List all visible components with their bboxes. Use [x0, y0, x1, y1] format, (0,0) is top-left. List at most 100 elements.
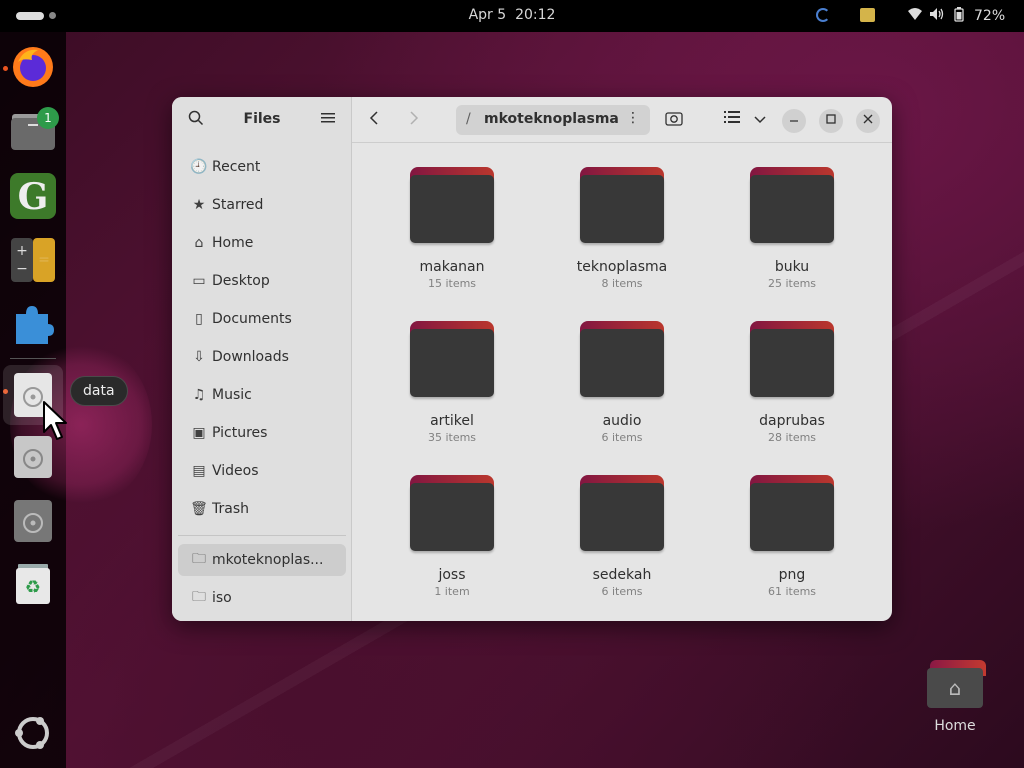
path-root[interactable]: / [466, 111, 471, 127]
document-icon: ▯ [195, 311, 203, 327]
download-icon: ⇩ [193, 349, 205, 365]
firefox-launcher[interactable] [10, 44, 56, 90]
desktop-icon: ▭ [192, 273, 206, 289]
sidebar-item-label: Pictures [212, 425, 268, 441]
sidebar-item-documents[interactable]: ▯ Documents [178, 303, 346, 335]
folder-name: sedekah [592, 567, 652, 583]
sidebar-item-label: Home [212, 235, 254, 251]
folder-name: joss [438, 567, 466, 583]
system-tray[interactable]: 72% [904, 6, 1005, 26]
top-bar: Apr 5 20:12 72% [0, 0, 1024, 32]
folder-count: 28 items [767, 431, 817, 444]
folder-name: png [778, 567, 806, 583]
battery-icon [948, 7, 970, 25]
battery-percent: 72% [974, 8, 1006, 24]
folder-icon [750, 475, 834, 551]
sidebar-item-label: Starred [212, 197, 264, 213]
sidebar-item-music[interactable]: ♫ Music [178, 379, 346, 411]
folder-name: daprubas [759, 413, 825, 429]
sidebar-item-home[interactable]: ⌂ Home [178, 227, 346, 259]
files-window: Files 🕘 Recent ★ Starred ⌂ Home ▭ Deskto… [172, 97, 892, 621]
sidebar-item-label: iso [212, 590, 232, 606]
folder-icon [580, 475, 664, 551]
music-icon: ♫ [192, 387, 206, 403]
sidebar-item-recent[interactable]: 🕘 Recent [178, 151, 346, 183]
sidebar-item-label: Recent [212, 159, 261, 175]
folder-item[interactable]: sedekah 6 items [542, 451, 702, 598]
folder-count: 61 items [767, 585, 817, 598]
sync-icon[interactable] [816, 8, 830, 22]
svg-text:G: G [18, 176, 49, 218]
folder-item[interactable]: makanan 15 items [372, 143, 532, 290]
kebab-menu-icon[interactable]: ⋮ [626, 110, 640, 126]
folder-item[interactable]: daprubas 28 items [712, 297, 872, 444]
sidebar-bookmark-iso[interactable]: 🗀 iso [178, 582, 346, 614]
back-button[interactable] [364, 110, 384, 130]
sidebar-item-starred[interactable]: ★ Starred [178, 189, 346, 221]
sidebar-divider [178, 535, 346, 536]
minimize-button[interactable] [782, 109, 806, 133]
close-button[interactable] [856, 109, 880, 133]
show-apps-button[interactable] [10, 710, 56, 756]
folder-count: 35 items [427, 431, 477, 444]
path-bar[interactable]: / mkoteknoplasma ⋮ [456, 105, 650, 135]
folder-icon [580, 321, 664, 397]
desktop-home-shortcut[interactable]: ⌂ Home [920, 658, 990, 748]
folder-count: 8 items [601, 277, 643, 290]
folder-count: 15 items [427, 277, 477, 290]
video-icon: ▤ [192, 463, 206, 479]
folder-count: 6 items [601, 431, 643, 444]
sidebar-item-videos[interactable]: ▤ Videos [178, 455, 346, 487]
folder-item[interactable]: joss 1 item [372, 451, 532, 598]
forward-button[interactable] [404, 110, 424, 130]
sidebar-item-downloads[interactable]: ⇩ Downloads [178, 341, 346, 373]
folder-icon [410, 167, 494, 243]
sidebar-item-trash[interactable]: 🗑 Trash [178, 493, 346, 525]
calculator-launcher[interactable]: + − = [10, 237, 56, 283]
folder-item[interactable]: teknoplasma 8 items [542, 143, 702, 290]
maximize-button[interactable] [819, 109, 843, 133]
folder-item[interactable]: artikel 35 items [372, 297, 532, 444]
gedit-launcher[interactable]: G [10, 173, 56, 219]
menu-icon[interactable] [318, 110, 338, 130]
folder-icon [580, 167, 664, 243]
chevron-down-icon[interactable] [750, 110, 770, 130]
folder-icon [410, 321, 494, 397]
wifi-icon [904, 7, 926, 25]
sidebar-item-desktop[interactable]: ▭ Desktop [178, 265, 346, 297]
sidebar-header: Files [172, 97, 351, 143]
svg-text:−: − [16, 261, 28, 277]
home-icon: ⌂ [927, 668, 983, 708]
files-badge: 1 [37, 107, 59, 129]
notes-icon[interactable] [860, 8, 875, 22]
trash-icon: 🗑 [190, 501, 208, 517]
folder-icon: 🗀 [192, 589, 206, 605]
folder-item[interactable]: audio 6 items [542, 297, 702, 444]
dock-separator [10, 358, 56, 359]
folder-icon [750, 321, 834, 397]
sidebar-item-label: Trash [212, 501, 249, 517]
folder-count: 25 items [767, 277, 817, 290]
folder-icon: 🗀 [192, 551, 206, 567]
volume-icon [926, 7, 948, 25]
drive-launcher[interactable] [10, 498, 56, 544]
desktop-home-label: Home [934, 718, 976, 734]
search-folder-icon[interactable] [664, 110, 684, 130]
sidebar-item-label: Videos [212, 463, 259, 479]
trash-launcher[interactable]: ♻ [10, 560, 56, 606]
folder-item[interactable]: png 61 items [712, 451, 872, 598]
sidebar-bookmark-mkoteknoplasma[interactable]: 🗀 mkoteknoplas... [178, 544, 346, 576]
sidebar-item-label: Downloads [212, 349, 289, 365]
folder-count: 1 item [434, 585, 470, 598]
path-current[interactable]: mkoteknoplasma [484, 111, 619, 127]
folder-name: artikel [430, 413, 474, 429]
extensions-launcher[interactable] [10, 300, 56, 346]
toolbar: / mkoteknoplasma ⋮ [352, 97, 892, 143]
svg-text:♻: ♻ [25, 577, 41, 598]
sidebar-item-label: Desktop [212, 273, 270, 289]
list-view-icon[interactable] [722, 110, 742, 130]
svg-text:+: + [16, 243, 28, 259]
content-area: / mkoteknoplasma ⋮ makanan 15 items tekn… [352, 97, 892, 621]
sidebar-item-pictures[interactable]: ▣ Pictures [178, 417, 346, 449]
folder-item[interactable]: buku 25 items [712, 143, 872, 290]
